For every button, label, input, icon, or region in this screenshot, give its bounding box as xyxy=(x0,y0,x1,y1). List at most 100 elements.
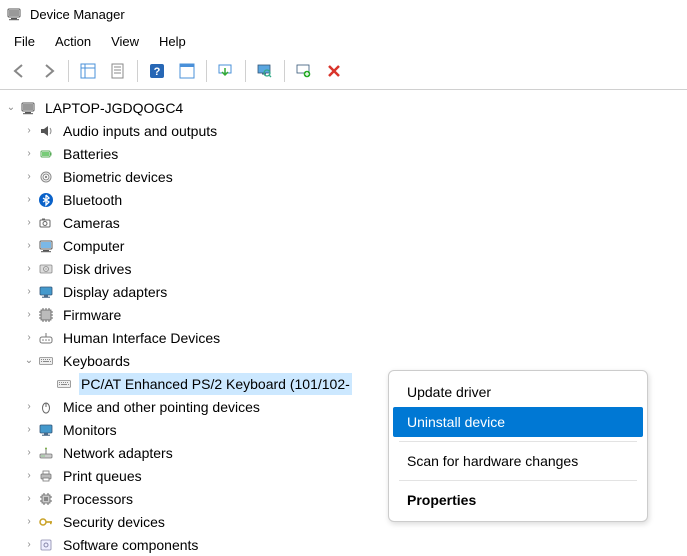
expander-closed-icon[interactable]: › xyxy=(22,285,36,299)
expander-closed-icon[interactable]: › xyxy=(22,400,36,414)
menubar: File Action View Help xyxy=(0,28,687,55)
menu-help[interactable]: Help xyxy=(149,31,196,52)
window-title: Device Manager xyxy=(30,7,125,22)
tree-root-label: LAPTOP-JGDQOGC4 xyxy=(43,97,185,119)
expander-closed-icon[interactable]: › xyxy=(22,147,36,161)
menu-file[interactable]: File xyxy=(4,31,45,52)
disk-icon xyxy=(37,260,55,278)
keyboard-icon xyxy=(55,375,73,393)
tree-node-label: Mice and other pointing devices xyxy=(61,396,262,418)
tree-node-batteries[interactable]: › Batteries xyxy=(4,142,687,165)
bluetooth-icon xyxy=(37,191,55,209)
tree-node-label: Security devices xyxy=(61,511,167,533)
window-titlebar: Device Manager xyxy=(0,0,687,28)
toolbar-help[interactable] xyxy=(142,58,172,84)
tree-node-label: Biometric devices xyxy=(61,166,175,188)
ctx-update-driver[interactable]: Update driver xyxy=(393,377,643,407)
battery-icon xyxy=(37,145,55,163)
expander-closed-icon[interactable]: › xyxy=(22,331,36,345)
tree-node-bluetooth[interactable]: › Bluetooth xyxy=(4,188,687,211)
tree-node-label: Print queues xyxy=(61,465,144,487)
computer-icon xyxy=(37,237,55,255)
key-icon xyxy=(37,513,55,531)
expander-closed-icon[interactable]: › xyxy=(22,124,36,138)
tree-node-label: Bluetooth xyxy=(61,189,124,211)
firmware-icon xyxy=(37,306,55,324)
tree-node-label: Cameras xyxy=(61,212,122,234)
toolbar-back[interactable] xyxy=(4,58,34,84)
expander-closed-icon[interactable]: › xyxy=(22,423,36,437)
toolbar-scan-hardware[interactable] xyxy=(250,58,280,84)
toolbar-properties[interactable] xyxy=(103,58,133,84)
expander-closed-icon[interactable]: › xyxy=(22,308,36,322)
tree-node-biometric[interactable]: › Biometric devices xyxy=(4,165,687,188)
audio-icon xyxy=(37,122,55,140)
toolbar-separator xyxy=(137,60,138,82)
tree-node-label: Monitors xyxy=(61,419,119,441)
tree-node-display[interactable]: › Display adapters xyxy=(4,280,687,303)
tree-node-computer[interactable]: › Computer xyxy=(4,234,687,257)
toolbar-forward[interactable] xyxy=(34,58,64,84)
tree-node-label: Processors xyxy=(61,488,135,510)
tree-node-label: Network adapters xyxy=(61,442,175,464)
expander-open-icon[interactable]: ⌄ xyxy=(22,354,36,368)
tree-node-hid[interactable]: › Human Interface Devices xyxy=(4,326,687,349)
tree-node-firmware[interactable]: › Firmware xyxy=(4,303,687,326)
expander-open-icon[interactable]: ⌄ xyxy=(4,101,18,115)
menu-action[interactable]: Action xyxy=(45,31,101,52)
tree-node-label: Display adapters xyxy=(61,281,169,303)
keyboard-icon xyxy=(37,352,55,370)
expander-closed-icon[interactable]: › xyxy=(22,469,36,483)
context-menu: Update driver Uninstall device Scan for … xyxy=(388,370,648,522)
display-icon xyxy=(37,283,55,301)
display-icon xyxy=(37,421,55,439)
toolbar-uninstall-device[interactable] xyxy=(319,58,349,84)
expander-closed-icon[interactable]: › xyxy=(22,170,36,184)
processor-icon xyxy=(37,490,55,508)
expander-closed-icon[interactable]: › xyxy=(22,492,36,506)
tree-node-label: Computer xyxy=(61,235,126,257)
tree-node-label: Human Interface Devices xyxy=(61,327,222,349)
tree-node-label: Firmware xyxy=(61,304,123,326)
tree-node-disk[interactable]: › Disk drives xyxy=(4,257,687,280)
mouse-icon xyxy=(37,398,55,416)
tree-node-label: Keyboards xyxy=(61,350,132,372)
toolbar-separator xyxy=(284,60,285,82)
menu-view[interactable]: View xyxy=(101,31,149,52)
toolbar-separator xyxy=(245,60,246,82)
ctx-properties[interactable]: Properties xyxy=(393,485,643,515)
expander-none xyxy=(40,377,54,391)
toolbar-update-driver[interactable] xyxy=(211,58,241,84)
app-icon xyxy=(6,6,22,22)
toolbar-separator xyxy=(206,60,207,82)
expander-closed-icon[interactable]: › xyxy=(22,216,36,230)
camera-icon xyxy=(37,214,55,232)
tree-node-label: Disk drives xyxy=(61,258,133,280)
tree-node-label: Batteries xyxy=(61,143,120,165)
printer-icon xyxy=(37,467,55,485)
toolbar-separator xyxy=(68,60,69,82)
expander-closed-icon[interactable]: › xyxy=(22,515,36,529)
tree-root[interactable]: ⌄ LAPTOP-JGDQOGC4 xyxy=(4,96,687,119)
toolbar-enable-device[interactable] xyxy=(289,58,319,84)
hid-icon xyxy=(37,329,55,347)
network-icon xyxy=(37,444,55,462)
toolbar xyxy=(0,55,687,90)
fingerprint-icon xyxy=(37,168,55,186)
ctx-uninstall-device[interactable]: Uninstall device xyxy=(393,407,643,437)
menu-separator xyxy=(399,480,637,481)
tree-node-audio[interactable]: › Audio inputs and outputs xyxy=(4,119,687,142)
toolbar-show-hidden[interactable] xyxy=(73,58,103,84)
tree-node-label: Audio inputs and outputs xyxy=(61,120,219,142)
menu-separator xyxy=(399,441,637,442)
tree-node-keyboards[interactable]: ⌄ Keyboards xyxy=(4,349,687,372)
expander-closed-icon[interactable]: › xyxy=(22,446,36,460)
expander-closed-icon[interactable]: › xyxy=(22,239,36,253)
toolbar-action-2[interactable] xyxy=(172,58,202,84)
expander-closed-icon[interactable]: › xyxy=(22,262,36,276)
ctx-scan-hardware[interactable]: Scan for hardware changes xyxy=(393,446,643,476)
tree-node-cameras[interactable]: › Cameras xyxy=(4,211,687,234)
computer-icon xyxy=(19,99,37,117)
tree-node-label: PC/AT Enhanced PS/2 Keyboard (101/102- xyxy=(79,373,352,395)
expander-closed-icon[interactable]: › xyxy=(22,193,36,207)
